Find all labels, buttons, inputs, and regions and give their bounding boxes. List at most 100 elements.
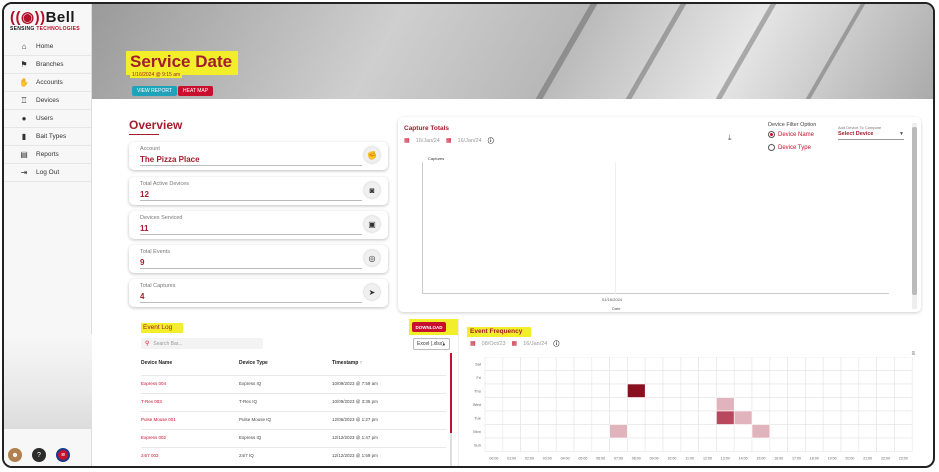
heatmap-cell[interactable] [555, 357, 575, 371]
heatmap-cell[interactable] [716, 437, 735, 452]
frequency-date-to[interactable]: 16/Jan/24 [523, 341, 547, 347]
heatmap-cell[interactable] [538, 437, 557, 452]
cell-device-name[interactable]: Express 002 [141, 435, 166, 440]
heatmap-cell[interactable] [894, 357, 913, 371]
radio-device-type[interactable]: Device Type [768, 144, 811, 151]
heatmap-cell[interactable] [680, 357, 699, 371]
heat-map-button[interactable]: HEAT MAP [178, 86, 214, 96]
heatmap-cell[interactable] [840, 437, 860, 452]
heatmap-cell[interactable] [787, 357, 806, 371]
search-input[interactable]: ⚲ Search Bar... [141, 338, 263, 349]
heatmap-cell[interactable] [858, 437, 877, 452]
heatmap-cell[interactable] [680, 383, 699, 398]
heatmap-cell[interactable] [680, 410, 699, 425]
heatmap-cell[interactable] [805, 383, 824, 398]
capture-date-from[interactable]: 16/Jan/24 [416, 138, 440, 144]
heatmap-cell[interactable] [591, 357, 610, 371]
heatmap-cell[interactable] [698, 357, 717, 371]
heatmap-cell-active[interactable] [716, 397, 735, 412]
heatmap-cell[interactable] [805, 397, 824, 412]
heatmap-cell[interactable] [520, 424, 539, 439]
heatmap-cell[interactable] [484, 383, 504, 398]
heatmap-cell[interactable] [876, 397, 895, 412]
heatmap-cell[interactable] [573, 370, 593, 385]
heatmap-cell[interactable] [627, 410, 646, 425]
heatmap-cell[interactable] [840, 397, 860, 412]
heatmap-cell[interactable] [716, 383, 735, 398]
heatmap-cell[interactable] [769, 370, 788, 385]
heatmap-cell[interactable] [591, 370, 610, 385]
heatmap-cell[interactable] [662, 383, 682, 398]
heatmap-cell[interactable] [520, 410, 539, 425]
table-row[interactable]: Express 002 Express IQ 12/12/2023 @ 1:47 p… [141, 429, 446, 445]
heatmap-cell[interactable] [484, 437, 504, 452]
cell-device-name[interactable]: Express 004 [141, 381, 166, 386]
heatmap-cell[interactable] [484, 397, 504, 412]
heatmap-cell[interactable] [538, 370, 557, 385]
heatmap-cell[interactable] [520, 383, 539, 398]
heatmap-cell[interactable] [538, 424, 557, 439]
col-device-name[interactable]: Device Name [141, 360, 172, 366]
heatmap-cell[interactable] [805, 410, 824, 425]
heatmap-cell[interactable] [894, 410, 913, 425]
heatmap-cell[interactable] [573, 357, 593, 371]
heatmap-cell[interactable] [840, 357, 860, 371]
heatmap-cell[interactable] [591, 397, 610, 412]
heatmap-cell[interactable] [716, 370, 735, 385]
heatmap-cell[interactable] [538, 397, 557, 412]
heatmap-cell[interactable] [627, 397, 646, 412]
heatmap-cell[interactable] [644, 424, 664, 439]
heatmap-cell-active[interactable] [609, 424, 628, 439]
heatmap-cell[interactable] [894, 437, 913, 452]
heatmap-cell[interactable] [698, 397, 717, 412]
brand-logo[interactable]: ((◉))Bell SENSING TECHNOLOGIES [4, 4, 91, 34]
sidebar-item-accounts[interactable]: ✋ Accounts [4, 74, 91, 92]
heatmap-cell[interactable] [609, 370, 628, 385]
heatmap-cell[interactable] [573, 383, 593, 398]
log-scrollbar[interactable] [450, 353, 452, 466]
cell-device-name[interactable]: Pulse Mouse 001 [141, 417, 176, 422]
heatmap-cell[interactable] [840, 383, 860, 398]
heatmap-cell[interactable] [858, 383, 877, 398]
heatmap-cell[interactable] [644, 357, 664, 371]
heatmap-cell[interactable] [538, 410, 557, 425]
scrollbar-thumb[interactable] [912, 127, 917, 295]
heatmap-cell[interactable] [751, 437, 771, 452]
heatmap-cell[interactable] [894, 424, 913, 439]
heatmap-cell-active[interactable] [751, 424, 771, 439]
heatmap-cell[interactable] [733, 437, 753, 452]
heatmap-cell[interactable] [876, 370, 895, 385]
export-format-select[interactable]: Excel (.xlsx) ▼ [413, 338, 450, 350]
table-row[interactable]: Express 004 Express IQ 10/09/2023 @ 7:59 a… [141, 375, 446, 391]
heatmap-cell[interactable] [698, 383, 717, 398]
heatmap-cell[interactable] [787, 410, 806, 425]
user-avatar[interactable]: ☻ [8, 448, 22, 462]
heatmap-cell[interactable] [751, 357, 771, 371]
heatmap-cell[interactable] [520, 397, 539, 412]
heatmap-cell[interactable] [520, 370, 539, 385]
heatmap-cell[interactable] [591, 410, 610, 425]
heatmap-cell[interactable] [484, 357, 504, 371]
heatmap-cell[interactable] [555, 370, 575, 385]
heatmap-cell[interactable] [644, 437, 664, 452]
heatmap-cell[interactable] [591, 424, 610, 439]
heatmap-cell[interactable] [662, 370, 682, 385]
heatmap-cell[interactable] [822, 357, 842, 371]
heatmap-cell[interactable] [858, 370, 877, 385]
heatmap-cell[interactable] [805, 357, 824, 371]
heatmap-cell[interactable] [680, 370, 699, 385]
heatmap-cell[interactable] [502, 370, 521, 385]
heatmap-cell[interactable] [822, 397, 842, 412]
heatmap-cell[interactable] [822, 370, 842, 385]
heatmap-cell[interactable] [502, 437, 521, 452]
capture-date-to[interactable]: 16/Jan/24 [458, 138, 482, 144]
heatmap-cell[interactable] [876, 357, 895, 371]
sidebar-item-devices[interactable]: ♖ Devices [4, 92, 91, 110]
heatmap-cell[interactable] [644, 410, 664, 425]
heatmap-cell[interactable] [733, 397, 753, 412]
heatmap-cell[interactable] [858, 397, 877, 412]
col-device-type[interactable]: Device Type [239, 360, 268, 366]
heatmap-cell-active[interactable] [733, 410, 753, 425]
heatmap-cell[interactable] [662, 357, 682, 371]
heatmap-cell[interactable] [644, 397, 664, 412]
